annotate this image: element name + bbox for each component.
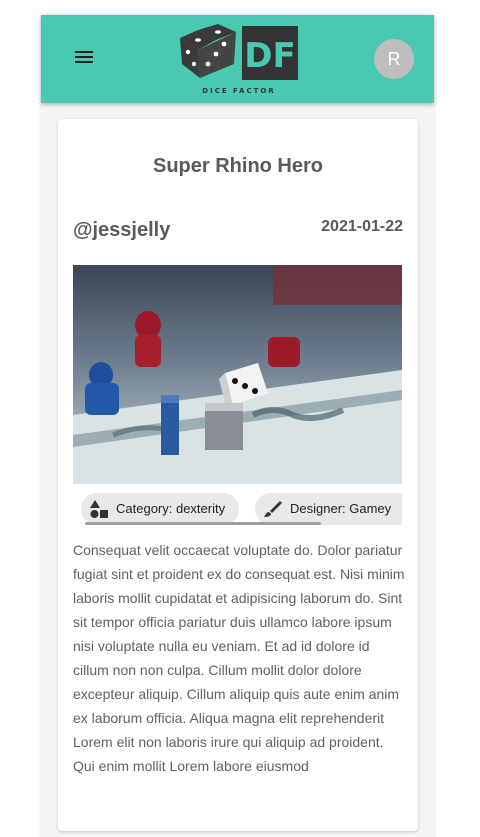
category-chip-label: Category: dexterity [116, 501, 226, 516]
user-avatar[interactable]: R [374, 39, 414, 79]
menu-icon[interactable] [75, 51, 95, 67]
brush-icon [264, 501, 282, 517]
designer-chip[interactable]: Designer: Gamey [255, 493, 402, 525]
app-logo[interactable]: DF DICE FACTOR [178, 24, 300, 96]
shapes-icon [90, 500, 108, 518]
app-bar: DF DICE FACTOR R [41, 15, 434, 103]
svg-text:DF: DF [244, 36, 295, 76]
designer-chip-label: Designer: Gamey [290, 501, 392, 516]
game-title: Super Rhino Hero [152, 155, 323, 177]
game-photo [73, 265, 402, 484]
dice-icon: DF [180, 24, 298, 80]
review-card: Super Rhino Hero @jessjelly 2021-01-22 C… [58, 119, 418, 831]
category-chip[interactable]: Category: dexterity [81, 493, 239, 525]
logo-tagline: DICE FACTOR [202, 87, 276, 95]
chips-scrollbar[interactable] [85, 522, 321, 525]
author-username[interactable]: @jessjelly [73, 219, 170, 242]
tag-chips[interactable]: Category: dexterity Designer: Gamey [73, 491, 402, 527]
review-body: Consequat velit occaecat voluptate do. D… [73, 542, 405, 774]
app-frame: DF DICE FACTOR R Super Rhino Hero @jessj… [41, 15, 434, 837]
post-date: 2021-01-22 [321, 218, 403, 235]
